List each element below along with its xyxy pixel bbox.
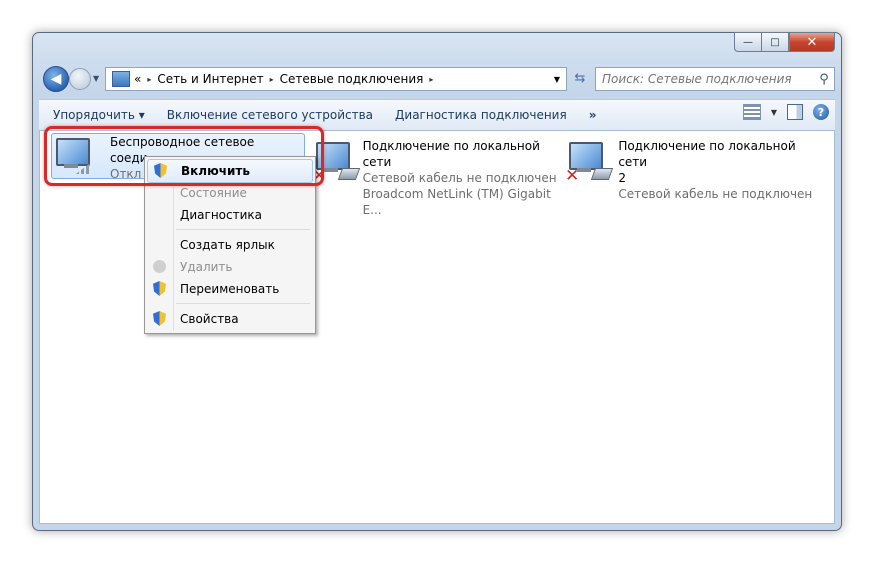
breadcrumb-overflow[interactable]: «: [134, 72, 141, 86]
highlight-annotation-frame: [44, 126, 324, 186]
menu-item-rename[interactable]: Переименовать: [147, 278, 311, 300]
search-input[interactable]: [596, 71, 814, 87]
lan-connection-2-item[interactable]: ✕ Подключение по локальной сети 2 Сетево…: [565, 138, 825, 201]
recent-pages-dropdown-icon[interactable]: ▼: [93, 74, 99, 83]
close-button[interactable]: ✕: [789, 32, 835, 52]
breadcrumb-network-connections[interactable]: Сетевые подключения: [280, 72, 424, 86]
menu-item-properties[interactable]: Свойства: [147, 308, 311, 330]
organize-menu-button[interactable]: Упорядочить ▾: [45, 108, 153, 122]
breadcrumb-separator-icon[interactable]: ▸: [147, 75, 151, 84]
search-icon[interactable]: ⚲: [814, 72, 834, 87]
menu-separator: [176, 229, 310, 230]
toolbar-right: ▼ ?: [742, 104, 829, 120]
item-name-line2: 2: [618, 171, 626, 185]
menu-item-label: Удалить: [180, 260, 233, 274]
refresh-icon[interactable]: ⇆: [569, 67, 591, 89]
disabled-shield-icon: [153, 260, 166, 273]
menu-item-label: Состояние: [180, 186, 247, 200]
network-folder-icon: [112, 71, 130, 87]
navigation-bar: ◀ ▼ « ▸ Сеть и Интернет ▸ Сетевые подклю…: [39, 65, 835, 93]
uac-shield-icon: [153, 281, 166, 296]
menu-item-create-shortcut[interactable]: Создать ярлык: [147, 234, 311, 256]
help-icon[interactable]: ?: [813, 104, 829, 120]
view-dropdown-icon[interactable]: ▼: [771, 108, 777, 117]
menu-item-diagnostics[interactable]: Диагностика: [147, 204, 311, 226]
caption-buttons: — □ ✕: [734, 32, 835, 52]
back-arrow-icon[interactable]: ◀: [43, 66, 69, 92]
uac-shield-icon: [153, 311, 166, 326]
disconnected-x-icon: ✕: [565, 166, 580, 186]
address-dropdown-icon[interactable]: ▼: [554, 75, 560, 84]
address-bar[interactable]: « ▸ Сеть и Интернет ▸ Сетевые подключени…: [105, 67, 567, 91]
item-adapter: Broadcom NetLink (TM) Gigabit E...: [362, 187, 551, 217]
item-name: Подключение по локальной сети: [362, 139, 540, 169]
maximize-button[interactable]: □: [761, 32, 789, 52]
item-name: Подключение по локальной сети: [618, 139, 796, 169]
diagnose-connection-button[interactable]: Диагностика подключения: [387, 108, 575, 122]
minimize-button[interactable]: —: [734, 32, 761, 52]
change-view-icon[interactable]: [742, 104, 761, 120]
item-status: Сетевой кабель не подключен: [618, 187, 813, 201]
menu-separator: [176, 303, 310, 304]
breadcrumb-network-internet[interactable]: Сеть и Интернет: [157, 72, 263, 86]
network-adapter-icon: ✕: [565, 138, 614, 186]
search-box[interactable]: ⚲: [595, 67, 835, 91]
forward-arrow-icon[interactable]: [69, 68, 91, 90]
menu-item-label: Диагностика: [180, 208, 263, 222]
lan-connection-item[interactable]: ✕ Подключение по локальной сети Сетевой …: [312, 138, 562, 217]
menu-item-label: Создать ярлык: [180, 238, 275, 252]
menu-item-label: Свойства: [180, 312, 239, 326]
menu-item-label: Переименовать: [180, 282, 280, 296]
more-commands-button[interactable]: »: [581, 108, 605, 122]
item-status: Сетевой кабель не подключен: [362, 171, 557, 185]
breadcrumb-separator-icon[interactable]: ▸: [270, 75, 274, 84]
preview-pane-icon[interactable]: [787, 104, 803, 120]
breadcrumb-separator-icon[interactable]: ▸: [429, 75, 433, 84]
menu-item-delete: Удалить: [147, 256, 311, 278]
enable-device-button[interactable]: Включение сетевого устройства: [159, 108, 381, 122]
